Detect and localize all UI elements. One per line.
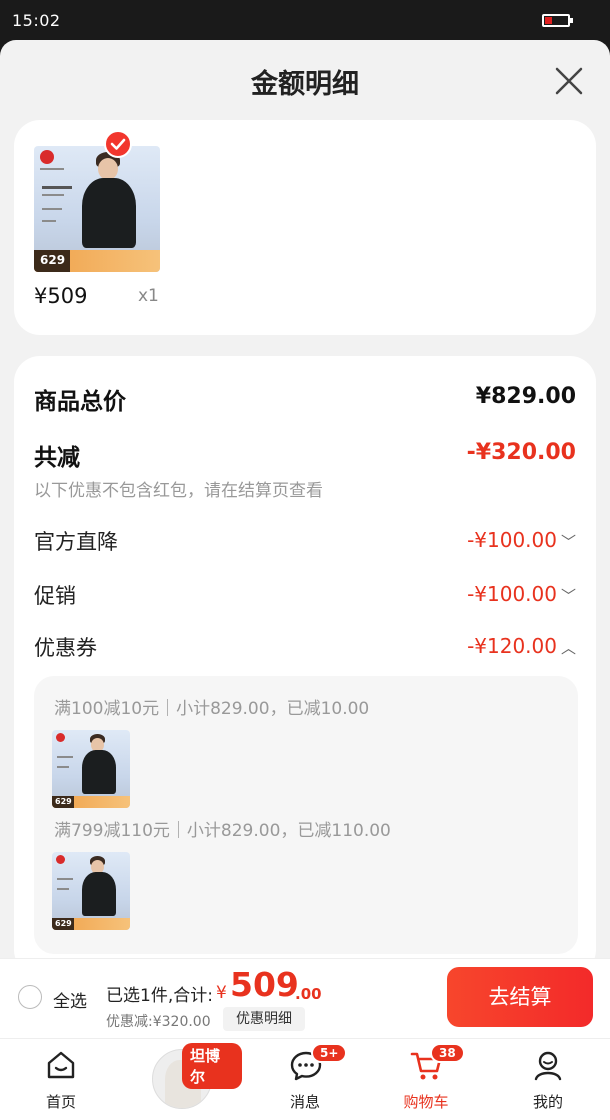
tab-brand[interactable]: 坦博尔 — [132, 1039, 242, 1120]
tab-label: 购物车 — [403, 1093, 449, 1111]
status-time: 15:02 — [12, 11, 61, 30]
select-all-radio[interactable] — [18, 985, 42, 1009]
product-quantity: x1 — [138, 286, 159, 306]
coupon-product-thumbnail: 629 — [52, 852, 130, 930]
promotion-value: -¥100.00 — [467, 582, 557, 606]
reduce-note: 以下优惠不包含红包，请在结算页查看 — [34, 481, 323, 501]
tab-label: 消息 — [289, 1093, 320, 1111]
selected-check-icon — [104, 130, 132, 158]
total-reduce-value: -¥320.00 — [466, 440, 576, 465]
sheet-title: 金额明细 — [251, 69, 359, 100]
promotion-row[interactable]: -¥100.00 ﹀ — [467, 582, 576, 606]
total-price-value: ¥829.00 — [475, 384, 576, 409]
official-discount-row[interactable]: -¥100.00 ﹀ — [467, 528, 576, 552]
coupon-thumb-price: 629 — [52, 918, 74, 930]
coupon-thumb-price: 629 — [52, 796, 74, 808]
close-icon[interactable] — [552, 64, 586, 98]
coupon-rule-1: 满100减10元｜小计829.00，已减10.00 — [54, 699, 370, 719]
battery-icon — [542, 14, 573, 27]
total-amount-integer: 509 — [230, 965, 299, 1004]
tab-label: 首页 — [45, 1093, 76, 1111]
amount-detail-sheet: 金额明细 629 ¥509 x1 商品总价 ¥829.00 共减 -¥320.0… — [0, 40, 610, 958]
user-icon — [534, 1051, 562, 1081]
selected-summary: 已选1件,合计: — [106, 986, 213, 1006]
message-badge: 5+ — [311, 1043, 348, 1063]
total-reduce-label: 共减 — [34, 445, 80, 471]
discount-detail-button[interactable]: 优惠明细 — [223, 1007, 305, 1031]
checkout-button[interactable]: 去结算 — [447, 967, 593, 1027]
official-discount-value: -¥100.00 — [467, 528, 557, 552]
tab-home[interactable]: 首页 — [11, 1039, 111, 1120]
product-price: ¥509 — [34, 284, 88, 308]
select-all-label[interactable]: 全选 — [53, 987, 87, 1012]
tab-messages[interactable]: 5+ 消息 — [255, 1039, 355, 1120]
checkout-bar: 全选 已选1件,合计: ¥ 509 .00 优惠减:¥320.00 优惠明细 去… — [0, 958, 610, 1038]
coupon-row[interactable]: -¥120.00 ︿ — [467, 634, 576, 658]
coupon-rule-2: 满799减110元｜小计829.00，已减110.00 — [54, 821, 391, 841]
coupon-detail-box: 满100减10元｜小计829.00，已减10.00 629 满799减110元｜… — [34, 676, 578, 954]
coupon-value: -¥120.00 — [467, 634, 557, 658]
cart-badge: 38 — [430, 1043, 465, 1063]
chevron-down-icon: ﹀ — [560, 533, 576, 551]
bottom-tab-bar: 首页 坦博尔 5+ 消息 38 购物车 我的 — [0, 1038, 610, 1120]
coupon-label: 优惠券 — [34, 636, 97, 660]
discount-summary: 优惠减:¥320.00 — [106, 1014, 211, 1030]
tab-cart[interactable]: 38 购物车 — [376, 1039, 476, 1120]
home-icon — [47, 1051, 75, 1079]
coupon-product-thumbnail: 629 — [52, 730, 130, 808]
chevron-up-icon: ︿ — [560, 639, 576, 657]
brand-tag: 坦博尔 — [182, 1043, 242, 1089]
thumb-price: 629 — [34, 250, 70, 272]
brand-logo-icon — [40, 150, 54, 164]
total-price-label: 商品总价 — [34, 389, 126, 415]
promotion-label: 促销 — [34, 584, 76, 608]
official-discount-label: 官方直降 — [34, 530, 118, 554]
price-detail-card: 商品总价 ¥829.00 共减 -¥320.00 以下优惠不包含红包，请在结算页… — [14, 356, 596, 958]
chevron-down-icon: ﹀ — [560, 587, 576, 605]
product-card: 629 ¥509 x1 — [14, 120, 596, 335]
total-amount-decimal: .00 — [295, 985, 322, 1003]
status-bar: 15:02 — [0, 0, 610, 40]
product-thumbnail[interactable]: 629 — [34, 146, 160, 272]
tab-profile[interactable]: 我的 — [498, 1039, 598, 1120]
total-yen-symbol: ¥ — [216, 983, 227, 1003]
tab-label: 我的 — [532, 1093, 563, 1111]
